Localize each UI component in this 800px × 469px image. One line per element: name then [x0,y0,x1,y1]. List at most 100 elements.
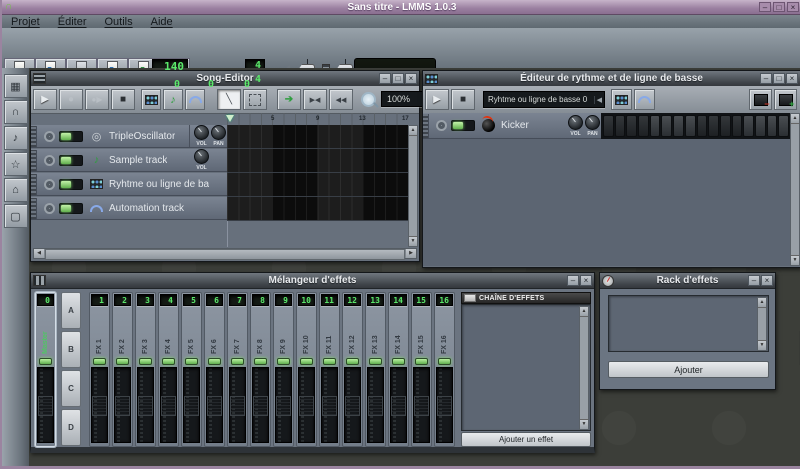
track-mute-toggle[interactable] [59,131,83,142]
sidebar-button[interactable]: ⌂ [4,178,28,202]
fx-close-button[interactable]: × [580,275,592,286]
beat-step-cell[interactable] [661,115,672,137]
song-editor-titlebar[interactable]: Song-Editor [31,71,419,87]
channel-led[interactable] [254,358,267,365]
track-volume-knob[interactable] [194,149,209,164]
channel-led[interactable] [185,358,198,365]
beat-step-cell[interactable] [673,115,684,137]
add-steps-button[interactable]: + [774,89,797,110]
track-gear-icon[interactable] [44,179,55,190]
song-play-button[interactable]: ▶ [33,89,57,110]
jump-end-button[interactable]: ▶◀ [303,89,327,110]
fx-channel[interactable]: 82 FX 2 [112,292,133,447]
track-lane[interactable] [227,197,408,221]
track-volume-knob[interactable] [194,125,209,140]
bb-pan-knob[interactable] [585,115,600,130]
track-mute-toggle[interactable] [59,179,83,190]
fx-channel[interactable]: 84 FX 4 [158,292,179,447]
menu-item[interactable]: Projet [2,16,49,28]
rack-scrollbar[interactable]: ▲ ▼ [757,297,767,351]
menu-item[interactable]: Aide [142,16,182,28]
channel-led[interactable] [369,358,382,365]
sidebar-button[interactable]: ♪ [4,126,28,150]
add-effect-button[interactable]: Ajouter un effet [461,432,591,447]
remove-steps-button[interactable]: − [749,89,772,110]
song-play-record-button[interactable]: ●▶ [85,89,109,110]
chain-scrollbar[interactable]: ▲ ▼ [579,306,589,430]
sidebar-button[interactable]: ▢ [4,204,28,228]
track-grip[interactable] [31,174,37,195]
bb-add-automation-track-button[interactable] [634,89,655,110]
channel-fader[interactable] [367,367,384,443]
track-lane[interactable] [227,173,408,197]
channel-fader[interactable] [91,367,108,443]
channel-led[interactable] [438,358,451,365]
bb-play-button[interactable]: ▶ [425,89,449,110]
track-mute-toggle[interactable] [451,120,475,131]
fx-channel[interactable]: 85 FX 5 [181,292,202,447]
fx-channel[interactable]: 89 FX 9 [273,292,294,447]
track-name[interactable]: Automation track [109,203,184,214]
rack-add-button[interactable]: Ajouter [608,361,769,378]
channel-led[interactable] [323,358,336,365]
fx-channel[interactable]: 86 FX 6 [204,292,225,447]
beat-step-cell[interactable] [685,115,696,137]
fx-channel[interactable]: 81 FX 1 [89,292,110,447]
menu-item[interactable]: Éditer [49,16,96,28]
beat-step-cell[interactable] [615,115,626,137]
timeline-loop-marker[interactable] [226,115,234,122]
track-grip[interactable] [423,114,429,138]
channel-fader[interactable] [206,367,223,443]
fx-channel[interactable]: 814 FX 14 [388,292,409,447]
beat-step-cell[interactable] [708,115,719,137]
fx-mixer-titlebar[interactable]: Mélangeur d'effets [31,273,594,289]
track-header-bb[interactable]: Ryhtme ou ligne de ba [31,173,227,196]
bb-track-header-kicker[interactable]: Kicker VOL PAN [423,113,601,139]
fx-channel[interactable]: 816 FX 16 [434,292,455,447]
fx-master-channel[interactable]: 80 Master [35,292,56,447]
draw-mode-button[interactable]: ╲ [217,89,241,110]
send-button[interactable]: D [61,409,81,446]
bb-minimize-button[interactable]: – [760,73,772,84]
song-minimize-button[interactable]: – [379,73,391,84]
track-lane[interactable] [227,125,408,149]
send-button[interactable]: A [61,292,81,329]
channel-fader[interactable] [160,367,177,443]
rack-close-button[interactable]: × [761,275,773,286]
track-grip[interactable] [31,126,37,147]
sidebar-button[interactable]: ▦ [4,74,28,98]
beat-step-cell[interactable] [626,115,637,137]
close-button[interactable]: × [787,2,799,12]
scrollbar-handle[interactable] [45,249,405,260]
beat-step-cell[interactable] [778,115,789,137]
channel-fader[interactable] [183,367,200,443]
song-record-button[interactable]: ● [59,89,83,110]
channel-led[interactable] [415,358,428,365]
fx-channel[interactable]: 813 FX 13 [365,292,386,447]
channel-fader[interactable] [413,367,430,443]
master-fader[interactable] [37,367,54,443]
beat-step-cell[interactable] [755,115,766,137]
bb-vertical-scrollbar[interactable]: ▲ ▼ [790,113,800,266]
fx-channel[interactable]: 811 FX 11 [319,292,340,447]
bb-stop-button[interactable]: ■ [451,89,475,110]
rewind-button[interactable]: ◀◀ [329,89,353,110]
beat-step-cell[interactable] [720,115,731,137]
channel-fader[interactable] [275,367,292,443]
track-lane[interactable] [227,149,408,173]
channel-led[interactable] [392,358,405,365]
track-gear-icon[interactable] [44,155,55,166]
maximize-button[interactable]: □ [773,2,785,12]
bb-add-bb-track-button[interactable] [611,89,632,110]
track-name[interactable]: Ryhtme ou ligne de ba [109,179,209,190]
track-pan-knob[interactable] [211,125,226,140]
track-grip[interactable] [31,150,37,171]
fx-channel[interactable]: 87 FX 7 [227,292,248,447]
sidebar-button[interactable]: ☆ [4,152,28,176]
follow-playback-button[interactable]: ➔ [277,89,301,110]
fx-channel[interactable]: 88 FX 8 [250,292,271,447]
beat-step-cell[interactable] [732,115,743,137]
track-mute-toggle[interactable] [59,203,83,214]
channel-led[interactable] [277,358,290,365]
chain-enable-checkbox[interactable] [464,294,476,302]
